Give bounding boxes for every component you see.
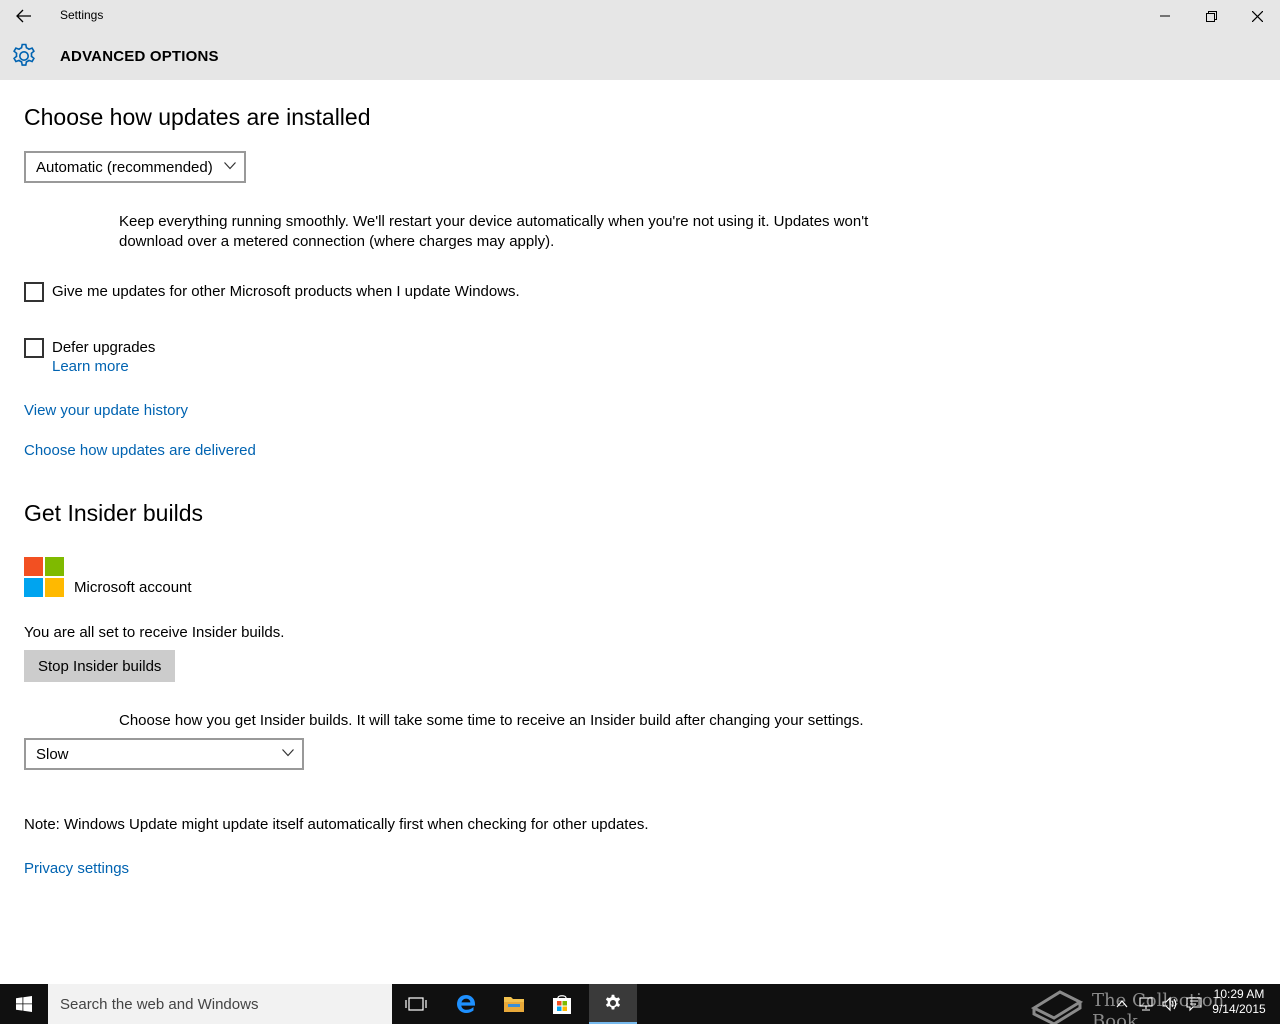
learn-more-link[interactable]: Learn more [52,358,129,375]
install-heading: Choose how updates are installed [24,104,371,130]
close-icon [1251,10,1263,22]
show-hidden-icons-button[interactable] [1112,994,1132,1014]
privacy-settings-link[interactable]: Privacy settings [24,860,129,877]
settings-gear-icon [605,994,621,1010]
windows-logo-icon [16,996,32,1012]
gear-icon [13,43,35,66]
chevron-down-icon [224,162,236,170]
delivery-link[interactable]: Choose how updates are delivered [24,442,256,459]
network-icon [1139,997,1153,1011]
edge-icon [457,995,475,1013]
insider-choose-text: Choose how you get Insider builds. It wi… [119,712,864,729]
taskbar-search-box[interactable]: Search the web and Windows [48,984,392,1024]
clock-date: 9/14/2015 [1212,1002,1266,1016]
defer-upgrades-label: Defer upgrades [52,339,156,356]
close-button[interactable] [1234,0,1280,32]
stop-insider-button[interactable]: Stop Insider builds [24,650,176,682]
main-content: Choose how updates are installed Automat… [0,80,1280,984]
restore-button[interactable] [1188,0,1234,32]
start-button[interactable] [0,984,48,1024]
page-title: ADVANCED OPTIONS [60,48,219,65]
minimize-button[interactable] [1142,0,1188,32]
taskbar-clock[interactable]: 10:29 AM 9/14/2015 [1206,987,1272,1017]
file-explorer-button[interactable] [490,984,538,1024]
window-title: Settings [60,8,104,22]
account-label: Microsoft account [74,579,192,596]
insider-status: You are all set to receive Insider build… [24,624,285,641]
folder-icon [504,997,524,1012]
minimize-icon [1160,15,1170,17]
microsoft-logo-icon [24,557,64,597]
other-products-option[interactable]: Give me updates for other Microsoft prod… [24,282,520,302]
insider-ring-dropdown[interactable]: Slow [24,738,304,770]
defer-upgrades-option[interactable]: Defer upgrades [24,338,155,358]
chevron-down-icon [282,749,294,757]
title-bar: Settings [0,0,1280,32]
task-view-button[interactable] [392,984,440,1024]
action-center-button[interactable] [1184,994,1204,1014]
settings-taskbar-button[interactable] [589,984,637,1024]
taskbar: Search the web and Windows The Collectio… [0,984,1280,1024]
update-history-link[interactable]: View your update history [24,402,188,419]
task-view-icon [405,997,427,1011]
clock-time: 10:29 AM [1213,987,1265,1001]
install-method-value: Automatic (recommended) [36,158,213,176]
restore-icon [1205,10,1217,22]
volume-icon [1162,996,1177,1012]
back-button[interactable] [0,0,48,32]
notification-icon [1186,997,1202,1012]
network-tray-button[interactable] [1136,994,1156,1014]
install-description: Keep everything running smoothly. We'll … [119,213,869,250]
chevron-up-icon [1116,1000,1128,1008]
insider-heading: Get Insider builds [24,500,203,526]
install-method-dropdown[interactable]: Automatic (recommended) [24,151,246,183]
insider-ring-value: Slow [36,745,69,763]
page-header: ADVANCED OPTIONS [0,32,1280,80]
taskbar-search-placeholder: Search the web and Windows [60,995,259,1013]
store-icon [553,995,571,1014]
book-icon [1030,990,1084,1024]
defer-upgrades-checkbox[interactable] [24,338,44,358]
back-arrow-icon [16,9,31,23]
edge-browser-button[interactable] [442,984,490,1024]
update-note: Note: Windows Update might update itself… [24,816,649,833]
other-products-checkbox[interactable] [24,282,44,302]
other-products-label: Give me updates for other Microsoft prod… [52,283,520,300]
store-button[interactable] [538,984,586,1024]
volume-tray-button[interactable] [1160,994,1180,1014]
